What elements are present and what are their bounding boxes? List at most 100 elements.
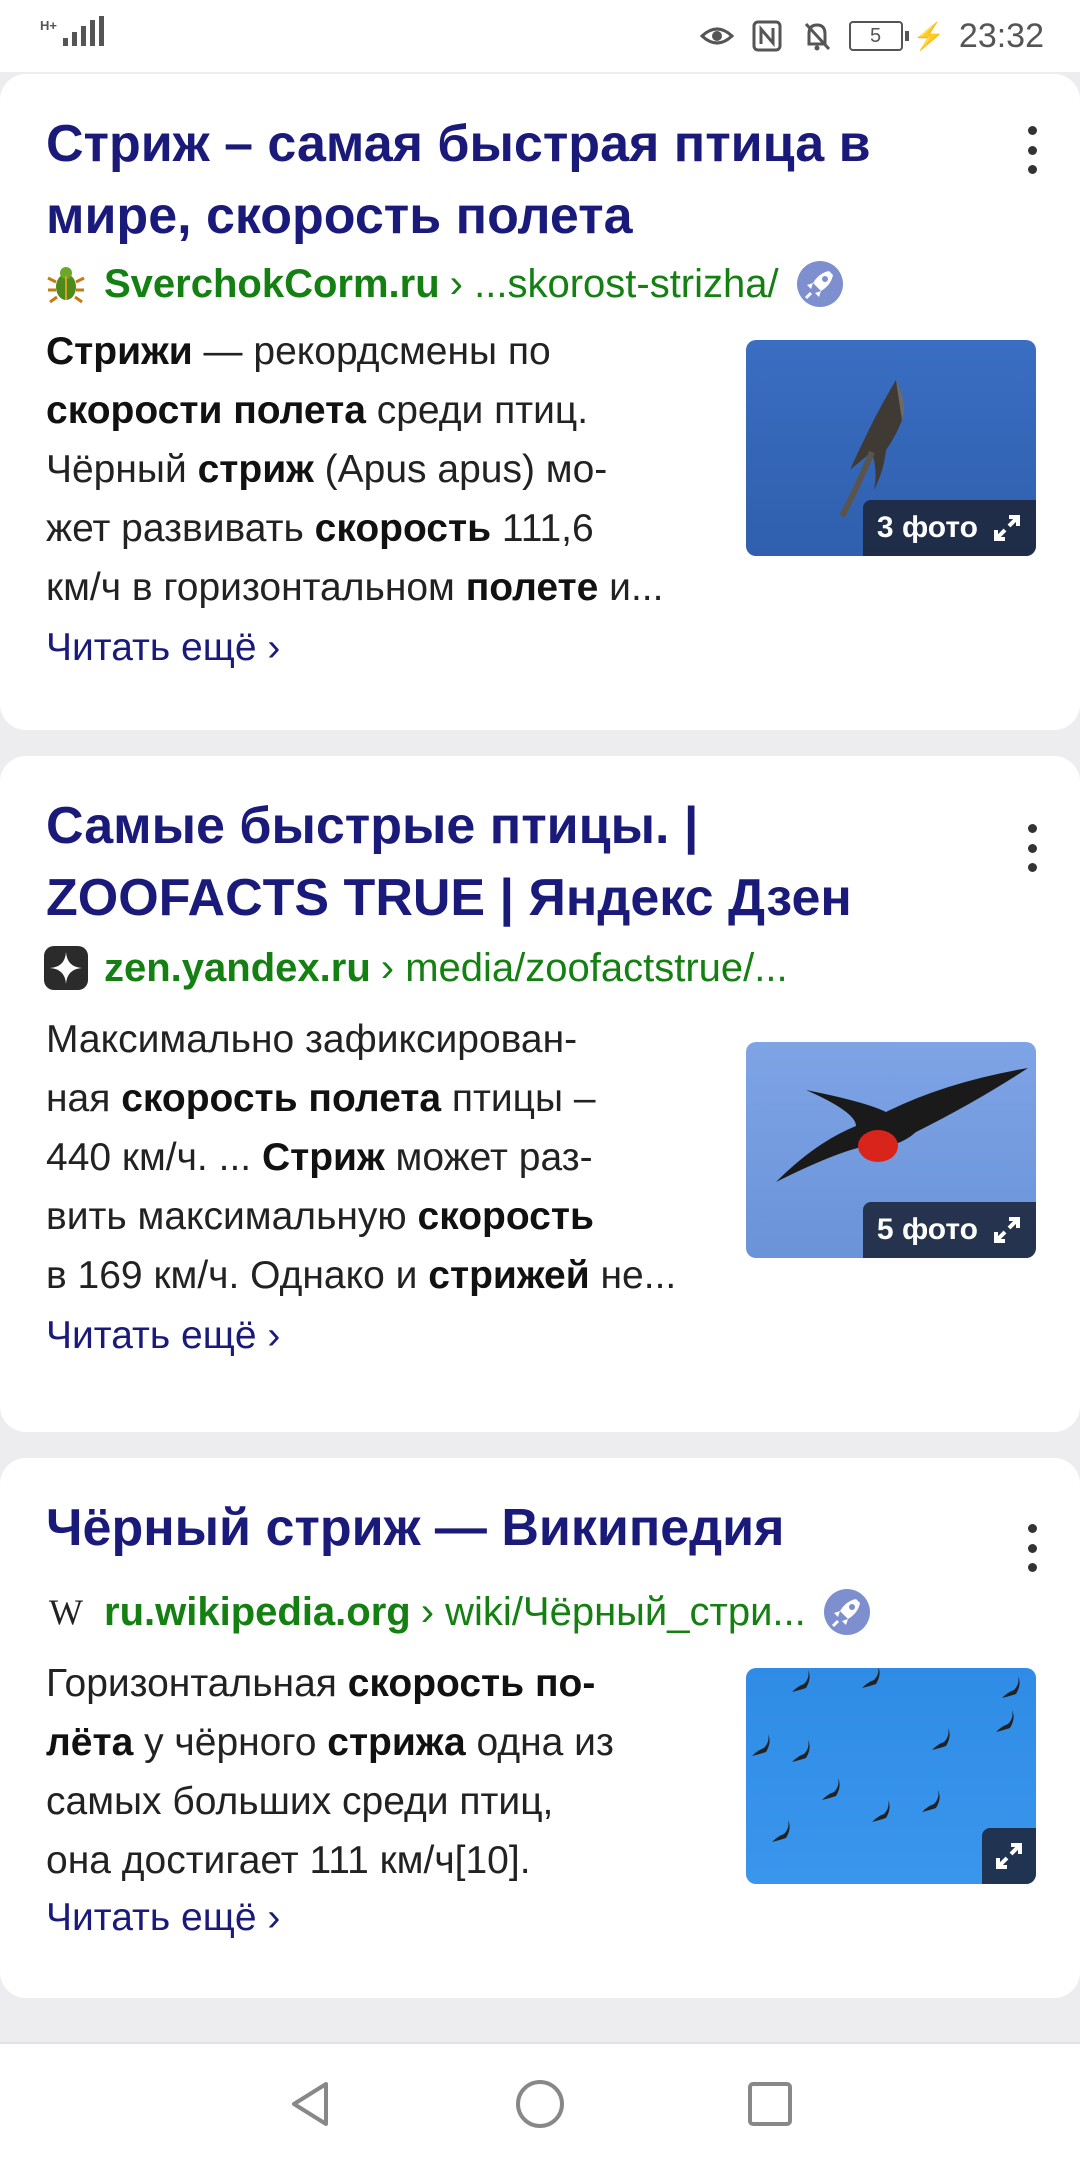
- snippet-text: вить максимальную: [46, 1195, 418, 1238]
- snippet-highlight: Стрижи: [46, 330, 193, 373]
- bug-icon: [44, 262, 88, 306]
- result-path: › ...skorost-strizha/: [449, 261, 779, 306]
- zen-star-icon: [44, 946, 88, 990]
- wikipedia-icon: W: [44, 1590, 88, 1634]
- snippet-text: может раз-: [384, 1136, 593, 1179]
- snippet-text: — рекордсмены по: [192, 330, 551, 373]
- eye-icon: [699, 18, 735, 54]
- snippet-text: самых больших среди птиц,: [46, 1780, 554, 1823]
- snippet-highlight: стриж: [197, 448, 314, 491]
- snippet-highlight: скорость: [314, 507, 492, 550]
- snippet-text: Горизонтальная: [46, 1662, 348, 1705]
- result-thumbnail[interactable]: 5 фото: [746, 1042, 1036, 1258]
- snippet-highlight: скорость полета: [121, 1077, 442, 1120]
- charging-icon: ⚡: [912, 20, 945, 51]
- snippet-text: не...: [589, 1254, 677, 1297]
- more-menu-icon[interactable]: [1022, 824, 1042, 872]
- signal-area: H+: [40, 16, 104, 46]
- snippet-line: Чёрный стриж (Apus apus) мо-: [46, 440, 746, 499]
- snippet-line: Стрижи — рекордсмены по: [46, 322, 746, 381]
- muted-bell-icon: [799, 18, 835, 54]
- home-icon[interactable]: [512, 2076, 568, 2132]
- result-snippet: Максимально зафиксирован-ная скорость по…: [46, 1010, 746, 1305]
- result-source[interactable]: W ru.wikipedia.org › wiki/Чёрный_стри...: [44, 1584, 984, 1640]
- snippet-text: у чёрного: [133, 1721, 328, 1764]
- snippet-line: ная скорость полета птицы –: [46, 1069, 746, 1128]
- back-icon[interactable]: [282, 2076, 338, 2132]
- snippet-highlight: скорость по-: [347, 1662, 596, 1705]
- photo-count: 5 фото: [876, 1213, 978, 1246]
- snippet-line: она достигает 111 км/ч[10].: [46, 1831, 746, 1890]
- snippet-text: 111,6: [491, 507, 594, 550]
- search-result-card: Самые быстрые птицы. | ZOOFACTS TRUE | Я…: [0, 756, 1080, 1432]
- expand-icon: [992, 513, 1022, 543]
- snippet-highlight: полете: [465, 566, 599, 609]
- result-path: › wiki/Чёрный_стри...: [420, 1589, 806, 1634]
- snippet-line: вить максимальную скорость: [46, 1187, 746, 1246]
- snippet-line: самых больших среди птиц,: [46, 1772, 746, 1831]
- read-more-link[interactable]: Читать ещё ›: [46, 1890, 280, 1946]
- result-title[interactable]: Чёрный стриж — Википедия: [46, 1492, 946, 1564]
- result-thumbnail[interactable]: 3 фото: [746, 340, 1036, 556]
- expand-icon: [994, 1841, 1024, 1871]
- snippet-highlight: лёта: [46, 1721, 134, 1764]
- result-title[interactable]: Самые быстрые птицы. | ZOOFACTS TRUE | Я…: [46, 790, 946, 934]
- read-more-link[interactable]: Читать ещё ›: [46, 1308, 280, 1364]
- snippet-highlight: стрижей: [428, 1254, 590, 1297]
- photo-count-badge[interactable]: 5 фото: [862, 1202, 1036, 1258]
- recent-apps-icon[interactable]: [742, 2076, 798, 2132]
- snippet-text: в 169 км/ч. Однако и: [46, 1254, 429, 1297]
- snippet-highlight: стрижа: [327, 1721, 466, 1764]
- snippet-text: Чёрный: [46, 448, 198, 491]
- more-menu-icon[interactable]: [1022, 1524, 1042, 1572]
- result-domain: ru.wikipedia.org: [104, 1589, 411, 1634]
- nfc-icon: [749, 18, 785, 54]
- snippet-line: лёта у чёрного стрижа одна из: [46, 1713, 746, 1772]
- photo-count-badge[interactable]: 3 фото: [862, 500, 1036, 556]
- snippet-highlight: Стриж: [261, 1136, 385, 1179]
- clock: 23:32: [958, 16, 1044, 55]
- result-source[interactable]: zen.yandex.ru › media/zoofactstrue/...: [44, 940, 984, 996]
- snippet-highlight: скорость: [417, 1195, 594, 1238]
- snippet-line: жет развивать скорость 111,6: [46, 499, 746, 558]
- rocket-icon[interactable]: [795, 259, 845, 309]
- result-snippet: Горизонтальная скорость по-лёта у чёрног…: [46, 1654, 746, 1890]
- snippet-text: ная: [46, 1077, 122, 1120]
- svg-text:W: W: [49, 1592, 83, 1632]
- result-domain: zen.yandex.ru: [104, 945, 371, 990]
- rocket-icon[interactable]: [822, 1587, 872, 1637]
- snippet-text: (Apus apus) мо-: [313, 448, 608, 491]
- snippet-line: в 169 км/ч. Однако и стрижей не...: [46, 1246, 746, 1305]
- snippet-text: она достигает 111 км/ч[10].: [46, 1839, 531, 1882]
- snippet-text: км/ч в горизонтальном: [46, 566, 466, 609]
- snippet-text: среди птиц.: [365, 389, 589, 432]
- result-path: › media/zoofactstrue/...: [380, 945, 788, 990]
- search-result-card: Стриж – самая быстрая птица в мире, скор…: [0, 74, 1080, 730]
- network-type: H+: [40, 18, 57, 33]
- snippet-line: скорости полета среди птиц.: [46, 381, 746, 440]
- snippet-line: 440 км/ч. ... Стриж может раз-: [46, 1128, 746, 1187]
- snippet-line: Максимально зафиксирован-: [46, 1010, 746, 1069]
- status-bar: H+ 5 ⚡ 23:32: [0, 0, 1080, 72]
- system-nav-bar: [0, 2042, 1080, 2160]
- snippet-text: Максимально зафиксирован-: [46, 1018, 578, 1061]
- snippet-text: и...: [598, 566, 664, 609]
- snippet-text: птицы –: [441, 1077, 596, 1120]
- read-more-link[interactable]: Читать ещё ›: [46, 620, 280, 676]
- expand-badge[interactable]: [982, 1828, 1036, 1884]
- signal-icon: [62, 16, 104, 46]
- result-source[interactable]: SverchokCorm.ru › ...skorost-strizha/: [44, 256, 984, 312]
- result-title[interactable]: Стриж – самая быстрая птица в мире, скор…: [46, 108, 946, 252]
- snippet-line: Горизонтальная скорость по-: [46, 1654, 746, 1713]
- search-result-card: Чёрный стриж — Википедия W ru.wikipedia.…: [0, 1458, 1080, 1998]
- snippet-text: жет развивать: [46, 507, 315, 550]
- result-thumbnail[interactable]: [746, 1668, 1036, 1884]
- photo-count: 3 фото: [876, 511, 978, 544]
- result-domain: SverchokCorm.ru: [104, 261, 440, 306]
- result-snippet: Стрижи — рекордсмены по скорости полета с…: [46, 322, 746, 617]
- battery-icon: 5 ⚡: [848, 20, 945, 52]
- snippet-text: одна из: [465, 1721, 614, 1764]
- snippet-line: км/ч в горизонтальном полете и...: [46, 558, 746, 617]
- more-menu-icon[interactable]: [1022, 126, 1042, 174]
- battery-level: 5: [848, 21, 903, 51]
